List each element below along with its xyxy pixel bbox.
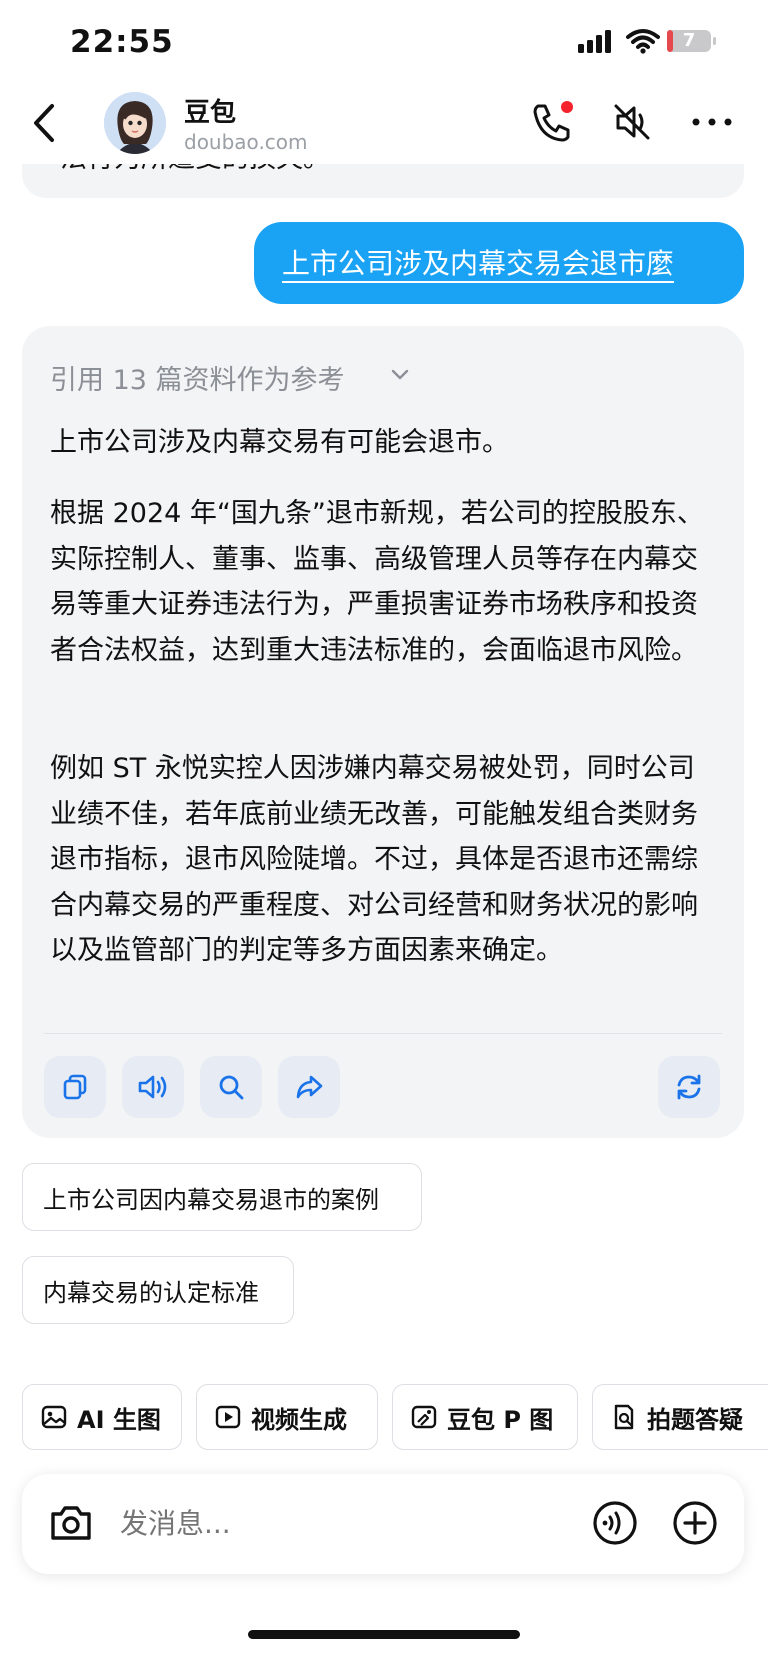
phone-icon (533, 101, 573, 142)
tool-photo-question[interactable]: 拍题答疑 (592, 1384, 768, 1450)
notification-dot (561, 101, 573, 113)
battery-level: 7 (682, 30, 696, 51)
references-toggle[interactable]: 引用 13 篇资料作为参考 (50, 358, 345, 397)
speaker-icon (138, 1075, 167, 1099)
voice-input-icon[interactable] (592, 1500, 638, 1546)
photo-edit-icon (411, 1405, 437, 1429)
chat-subtitle: doubao.com (184, 130, 308, 154)
document-search-icon (614, 1404, 634, 1430)
reply-paragraph: 上市公司涉及内幕交易有可能会退市。 (50, 427, 509, 458)
wifi-icon (626, 29, 660, 54)
mute-button[interactable] (610, 100, 654, 144)
battery-icon: 7 (666, 28, 718, 54)
refresh-icon (677, 1074, 701, 1100)
share-arrow-icon (296, 1075, 323, 1099)
read-aloud-button[interactable] (122, 1056, 184, 1118)
tool-video-generate[interactable]: 视频生成 (196, 1384, 378, 1450)
cellular-signal-icon (578, 30, 611, 53)
image-icon (41, 1405, 67, 1429)
copy-button[interactable] (44, 1056, 106, 1118)
suggestion-chip[interactable]: 上市公司因内幕交易退市的案例 (22, 1163, 422, 1231)
reply-paragraph: 例如 ST 永悦实控人因涉嫌内幕交易被处罚，同时公司业绩不佳，若年底前业绩无改善… (50, 753, 698, 966)
tool-label: 视频生成 (251, 1405, 347, 1434)
more-options-button[interactable] (690, 100, 734, 144)
phone-call-button[interactable] (530, 100, 574, 144)
message-input[interactable] (118, 1506, 542, 1541)
copy-icon (63, 1074, 87, 1100)
suggestion-chip[interactable]: 内幕交易的认定标准 (22, 1256, 294, 1324)
back-arrow-icon[interactable] (28, 100, 62, 146)
camera-icon[interactable] (48, 1500, 94, 1546)
share-button[interactable] (278, 1056, 340, 1118)
speaker-muted-icon (614, 104, 650, 140)
tool-label: AI 生图 (77, 1405, 161, 1434)
divider (44, 1033, 722, 1034)
home-indicator[interactable] (248, 1630, 520, 1639)
chat-title: 豆包 (184, 98, 237, 128)
reply-paragraph: 根据 2024 年“国九条”退市新规，若公司的控股股东、实际控制人、董事、监事、… (50, 498, 704, 666)
regenerate-button[interactable] (658, 1056, 720, 1118)
search-button[interactable] (200, 1056, 262, 1118)
tool-doubao-photo[interactable]: 豆包 P 图 (392, 1384, 578, 1450)
add-icon[interactable] (672, 1500, 718, 1546)
avatar[interactable] (104, 92, 166, 154)
user-message-text[interactable]: 上市公司涉及内幕交易会退市麼 (282, 242, 674, 282)
tool-label: 豆包 P 图 (447, 1405, 554, 1434)
search-icon (219, 1075, 244, 1100)
tool-label: 拍题答疑 (647, 1405, 743, 1434)
more-dots-icon (692, 118, 732, 126)
chevron-down-icon[interactable] (390, 366, 410, 384)
tool-ai-image[interactable]: AI 生图 (22, 1384, 182, 1450)
play-icon (215, 1405, 241, 1429)
status-time: 22:55 (70, 24, 174, 60)
